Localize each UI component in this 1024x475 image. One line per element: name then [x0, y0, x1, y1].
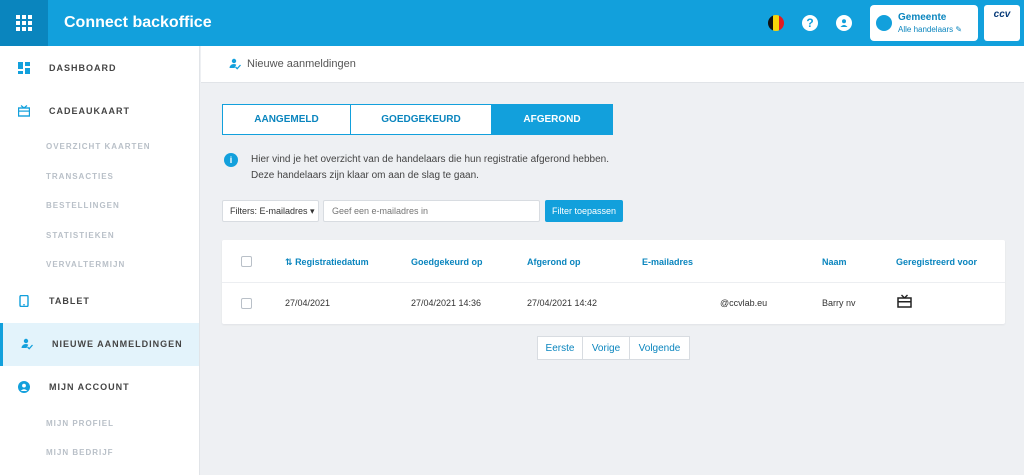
gemeente-selector[interactable]: Gemeente Alle handelaars ✎	[870, 5, 978, 41]
sidebar-subitem-mijn-bedrijf[interactable]: MIJN BEDRIJF	[0, 438, 199, 468]
user-silhouette-icon	[840, 19, 848, 27]
sidebar-subitem-bestellingen[interactable]: BESTELLINGEN	[0, 191, 199, 221]
sidebar-item-tablet[interactable]: TABLET	[0, 280, 199, 323]
user-icon[interactable]	[836, 15, 852, 31]
cell-email: @ccvlab.eu	[720, 298, 768, 308]
col-header-email[interactable]: E-mailadres	[642, 257, 693, 267]
sidebar-item-dashboard[interactable]: DASHBOARD	[0, 46, 199, 89]
status-tabs: AANGEMELD GOEDGEKEURD AFGEROND	[222, 104, 613, 135]
sidebar-item-nieuwe-aanmeldingen[interactable]: NIEUWE AANMELDINGEN	[0, 322, 199, 366]
select-all-checkbox[interactable]	[241, 256, 252, 267]
ccv-logo: ccv	[984, 5, 1020, 41]
info-line-2: Deze handelaars zijn klaar om aan de sla…	[251, 170, 479, 181]
giftcard-icon	[18, 104, 30, 117]
grid-icon	[16, 15, 32, 31]
col-header-naam[interactable]: Naam	[822, 257, 847, 267]
next-page-button[interactable]: Volgende	[630, 336, 690, 360]
apply-filter-button[interactable]: Filter toepassen	[545, 200, 623, 222]
help-icon[interactable]: ?	[802, 15, 818, 31]
dashboard-icon	[18, 61, 30, 74]
filter-type-dropdown[interactable]: Filters: E-mailadres ▾	[222, 200, 319, 222]
sidebar-item-label: MIJN ACCOUNT	[49, 382, 130, 392]
sidebar-item-label: TABLET	[49, 296, 90, 306]
previous-page-button[interactable]: Vorige	[583, 336, 630, 360]
col-header-geregistreerd-voor[interactable]: Geregistreerd voor	[896, 257, 977, 267]
cell-registratiedatum: 27/04/2021	[285, 298, 331, 308]
sidebar-subitem-transacties[interactable]: TRANSACTIES	[0, 162, 199, 192]
sort-icon: ⇅	[285, 257, 293, 267]
cell-afgerond: 27/04/2021 14:42	[527, 298, 598, 308]
col-header-registratiedatum[interactable]: ⇅ Registratiedatum	[285, 257, 369, 268]
cell-naam: Barry nv	[822, 298, 856, 308]
row-divider	[222, 282, 1005, 283]
page-subheader: Nieuwe aanmeldingen	[201, 46, 1024, 83]
sidebar-item-mijn-account[interactable]: MIJN ACCOUNT	[0, 366, 199, 409]
sidebar-item-label: DASHBOARD	[49, 62, 117, 73]
apps-grid-button[interactable]	[0, 0, 48, 46]
info-message: i Hier vind je het overzicht van de hand…	[224, 152, 609, 184]
filter-bar: Filters: E-mailadres ▾ Filter toepassen	[222, 200, 623, 222]
page-title: Nieuwe aanmeldingen	[247, 58, 356, 70]
sidebar-item-cadeaukaart[interactable]: CADEAUKAART	[0, 89, 199, 132]
tab-aangemeld[interactable]: AANGEMELD	[222, 104, 351, 135]
gemeente-icon	[876, 15, 892, 31]
top-bar: Connect backoffice ? Gemeente Alle hande…	[0, 0, 1024, 46]
sidebar-subitem-overzicht-kaarten[interactable]: OVERZICHT KAARTEN	[0, 132, 199, 162]
pencil-icon: ✎	[955, 25, 963, 34]
info-icon: i	[224, 153, 238, 167]
tab-goedgekeurd[interactable]: GOEDGEKEURD	[351, 104, 492, 135]
row-checkbox[interactable]	[241, 298, 252, 309]
pagination: Eerste Vorige Volgende	[537, 336, 690, 360]
col-header-afgerond[interactable]: Afgerond op	[527, 257, 581, 267]
user-check-icon	[229, 58, 241, 70]
registrations-table: ⇅ Registratiedatum Goedgekeurd op Afgero…	[222, 240, 1005, 324]
sidebar-subitem-mijn-profiel[interactable]: MIJN PROFIEL	[0, 409, 199, 439]
tab-afgerond[interactable]: AFGEROND	[492, 104, 613, 135]
sidebar-item-label: NIEUWE AANMELDINGEN	[52, 339, 183, 349]
account-icon	[18, 381, 30, 393]
gemeente-name: Gemeente	[898, 12, 947, 23]
sidebar-item-label: CADEAUKAART	[49, 105, 130, 116]
tablet-icon	[19, 295, 29, 307]
info-line-1: Hier vind je het overzicht van de handel…	[251, 154, 610, 165]
cell-goedgekeurd: 27/04/2021 14:36	[411, 298, 482, 308]
first-page-button[interactable]: Eerste	[537, 336, 583, 360]
sidebar: DASHBOARD CADEAUKAART OVERZICHT KAARTEN …	[0, 46, 200, 475]
col-header-goedgekeurd[interactable]: Goedgekeurd op	[411, 257, 483, 267]
gemeente-sub: Alle handelaars ✎	[898, 25, 963, 34]
sidebar-subitem-statistieken[interactable]: STATISTIEKEN	[0, 221, 199, 251]
giftcard-icon	[897, 294, 912, 308]
user-check-icon	[21, 338, 33, 350]
email-filter-input[interactable]	[323, 200, 540, 222]
language-flag-icon[interactable]	[768, 15, 784, 31]
app-title: Connect backoffice	[64, 14, 212, 31]
sidebar-subitem-vervaltermijn[interactable]: VERVALTERMIJN	[0, 250, 199, 280]
